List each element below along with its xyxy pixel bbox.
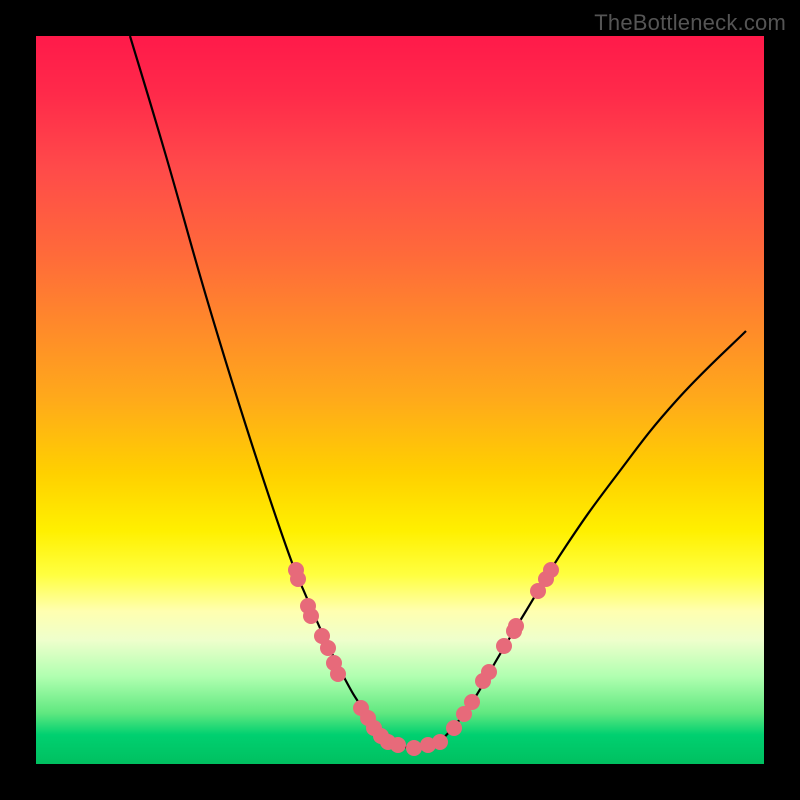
data-point [508,618,524,634]
data-point [446,720,462,736]
watermark-text: TheBottleneck.com [594,10,786,36]
data-point [496,638,512,654]
data-point [320,640,336,656]
data-point [481,664,497,680]
bottleneck-curve-svg [36,36,764,764]
data-point [290,571,306,587]
data-point [390,737,406,753]
data-point [406,740,422,756]
highlighted-points-group [288,562,559,756]
bottleneck-chart-plot-area [36,36,764,764]
data-point [432,734,448,750]
data-point [303,608,319,624]
data-point [464,694,480,710]
data-point [330,666,346,682]
bottleneck-curve-path [130,36,746,748]
data-point [543,562,559,578]
